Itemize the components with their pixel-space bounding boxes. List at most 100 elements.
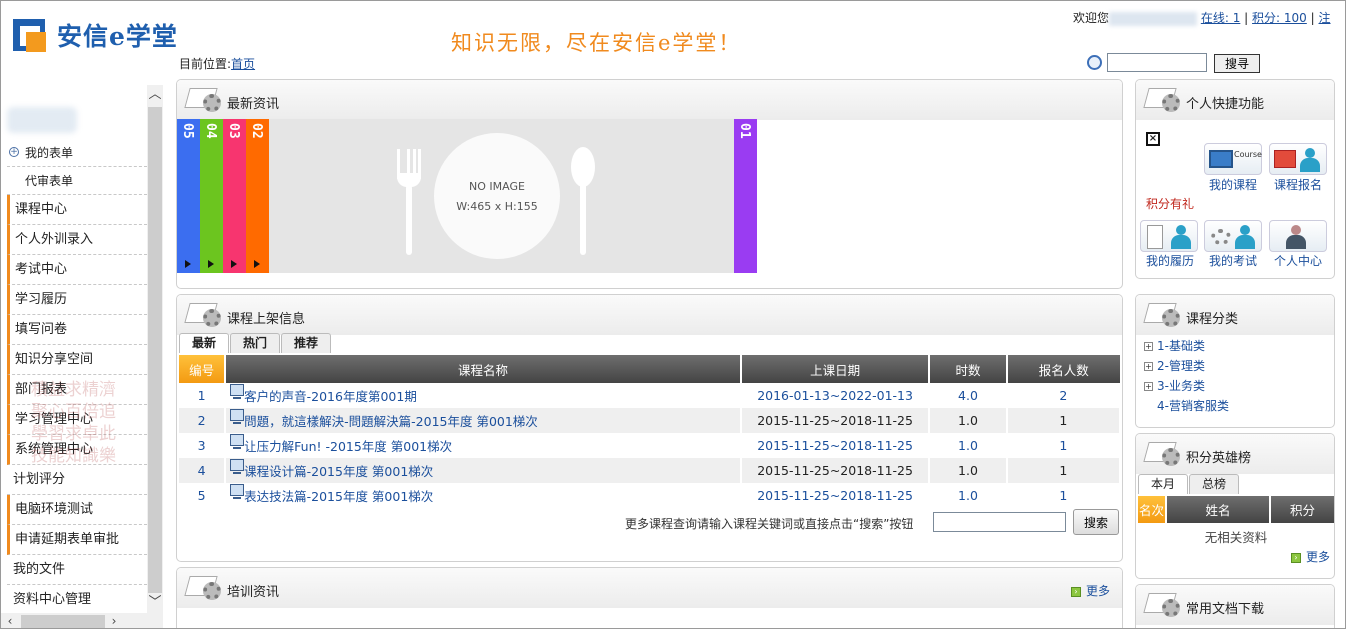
sidebar-item[interactable]: 知识分享空间 [7,345,147,375]
breadcrumb-home-link[interactable]: 首页 [231,57,255,71]
slide-tab-03[interactable]: 03 [223,119,246,273]
course-title[interactable]: 让压力解Fun! -2015年度 第001梯次 [244,439,452,454]
sidebar-item-label: 课程中心 [15,202,68,217]
category-item[interactable]: +1-基础类 [1144,337,1205,354]
course-name-link[interactable]: 問題，就這樣解決-問題解決篇-2015年度 第001梯次 [225,408,742,433]
sidebar-item[interactable]: 个人外训录入 [7,225,147,255]
sidebar-item[interactable]: 电脑环境测试 [7,495,147,525]
sidebar-item[interactable]: 学习管理中心 [7,405,147,435]
course-name-link[interactable]: 客户的声音-2016年度第001期 [225,383,742,408]
sidebar-item-label: 知识分享空间 [15,352,94,367]
ranking-panel: 积分英雄榜 本月 总榜 名次 姓名 积分 无相关资料 › 更多 [1135,433,1335,579]
my-history-link[interactable]: 我的履历 [1136,252,1205,269]
slide-tab-02[interactable]: 02 [246,119,269,273]
course-name-link[interactable]: 表达技法篇-2015年度 第001梯次 [225,483,742,508]
scrollbar-thumb[interactable] [21,615,105,628]
sidebar-item[interactable]: 我的文件 [7,555,147,585]
sidebar-item[interactable]: 考试中心 [7,255,147,285]
my-history-icon[interactable] [1140,220,1198,252]
course-title[interactable]: 問題，就這樣解決-問題解決篇-2015年度 第001梯次 [244,414,538,429]
search-icon[interactable] [1087,55,1102,70]
my-exam-link[interactable]: 我的考试 [1198,252,1268,269]
courses-panel: 课程上架信息 最新 热门 推荐 编号 课程名称 上课日期 时数 报名人数 1 客户的声… [176,294,1123,562]
table-row[interactable]: 3 让压力解Fun! -2015年度 第001梯次 2015-11-25~2018-… [179,433,1122,458]
sidebar-item[interactable]: 课程中心 [7,195,147,225]
course-title[interactable]: 课程设计篇-2015年度 第001梯次 [244,464,433,479]
gear-paper-icon [1143,301,1184,327]
course-search-input[interactable] [933,512,1066,532]
course-id: 3 [179,433,227,458]
my-courses-link[interactable]: 我的课程 [1198,176,1268,193]
table-row[interactable]: 1 客户的声音-2016年度第001期 2016-01-13~2022-01-13 4… [179,383,1122,408]
sidebar-item[interactable]: 学习履历 [7,285,147,315]
table-row[interactable]: 5 表达技法篇-2015年度 第001梯次 2015-11-25~2018-11-2… [179,483,1122,508]
tab-hot[interactable]: 热门 [230,333,281,353]
expand-icon[interactable]: + [9,147,19,157]
personal-center-link[interactable]: 个人中心 [1263,252,1333,269]
scroll-down-icon[interactable]: ﹀ [147,593,163,613]
course-table: 编号 课程名称 上课日期 时数 报名人数 1 客户的声音-2016年度第001期 2… [179,355,1122,508]
scroll-right-icon[interactable]: › [105,613,123,628]
scrollbar-thumb[interactable] [148,107,162,593]
top-search-button[interactable]: 搜寻 [1214,54,1260,73]
sidebar-item[interactable]: 系统管理中心 [7,435,147,465]
panel-title: 培训资讯 [227,585,280,600]
tab-overall[interactable]: 总榜 [1189,474,1240,494]
my-exam-icon[interactable] [1204,220,1262,252]
logout-link[interactable]: 注 [1319,11,1331,25]
points-link[interactable]: 积分: 100 [1252,11,1307,25]
column-header-id: 编号 [179,355,227,383]
no-image-placeholder[interactable]: NO IMAGE W:465 x H:155 [269,119,734,273]
category-item[interactable]: +2-管理类 [1144,357,1205,374]
tab-recommended[interactable]: 推荐 [281,333,332,353]
panel-header: 课程上架信息 [177,295,1122,335]
course-signup-link[interactable]: 课程报名 [1263,176,1333,193]
course-count: 2 [1006,383,1122,408]
tab-latest[interactable]: 最新 [179,333,230,353]
training-more-link[interactable]: › 更多 [1070,582,1110,599]
sidebar-horizontal-scrollbar[interactable]: ‹ › [1,613,163,628]
sidebar-item[interactable]: 申请延期表单审批 [7,525,147,555]
top-search-input[interactable] [1107,53,1207,72]
sidebar-item-label: 资料中心管理 [13,592,92,607]
table-header-row: 名次 姓名 积分 [1138,496,1334,523]
points-gift-link[interactable]: 积分有礼 [1146,195,1194,212]
sidebar-item-label: 个人外训录入 [15,232,94,247]
sidebar-item[interactable]: 计划评分 [7,465,147,495]
ranking-more-link[interactable]: › 更多 [1290,548,1330,565]
sidebar-item[interactable]: 代审表单 [7,167,147,195]
scroll-left-icon[interactable]: ‹ [1,613,19,628]
course-signup-icon[interactable] [1269,143,1327,175]
course-title[interactable]: 客户的声音-2016年度第001期 [244,389,417,404]
slide-tab-05[interactable]: 05 [177,119,200,273]
course-name-link[interactable]: 课程设计篇-2015年度 第001梯次 [225,458,742,483]
table-row[interactable]: 2 問題，就這樣解決-問題解決篇-2015年度 第001梯次 2015-11-25~… [179,408,1122,433]
news-panel: 最新资讯 05 04 03 02 NO IMAGE W:465 x H:155 … [176,79,1123,289]
online-link[interactable]: 在线: 1 [1201,11,1241,25]
category-item[interactable]: +3-业务类 [1144,377,1205,394]
slide-tab-04[interactable]: 04 [200,119,223,273]
panel-header: 个人快捷功能 [1136,80,1334,120]
personal-center-icon[interactable] [1269,220,1327,252]
sidebar-vertical-scrollbar[interactable]: ︿ ﹀ [147,85,163,613]
course-search-button[interactable]: 搜索 [1073,509,1119,535]
course-date: 2015-11-25~2018-11-25 [740,433,931,458]
course-title[interactable]: 表达技法篇-2015年度 第001梯次 [244,489,433,504]
sidebar-item[interactable]: 填写问卷 [7,315,147,345]
panel-title: 课程分类 [1186,312,1239,327]
sidebar-item[interactable]: + 我的表单 [7,139,147,167]
tab-this-month[interactable]: 本月 [1138,474,1189,494]
course-name-link[interactable]: 让压力解Fun! -2015年度 第001梯次 [225,433,742,458]
category-item[interactable]: 4-营销客服类 [1157,397,1229,414]
slide-tab-01[interactable]: 01 [734,119,757,273]
browser-frame: 安信e学堂 知识无限，尽在安信e学堂！ 欢迎您 在线: 1 | 积分: 100 … [0,0,1346,629]
sidebar-item[interactable]: 部门报表 [7,375,147,405]
docs-panel: 常用文档下载 [1135,584,1335,628]
table-row[interactable]: 4 课程设计篇-2015年度 第001梯次 2015-11-25~2018-11-2… [179,458,1122,483]
plate-icon: NO IMAGE W:465 x H:155 [434,133,560,259]
scroll-up-icon[interactable]: ︿ [147,85,163,105]
sidebar-item[interactable]: 资料中心管理 [7,585,147,613]
my-courses-icon[interactable]: Course [1204,143,1262,175]
course-tabs: 最新 热门 推荐 [179,333,332,353]
placeholder-text: NO IMAGE [469,180,525,193]
